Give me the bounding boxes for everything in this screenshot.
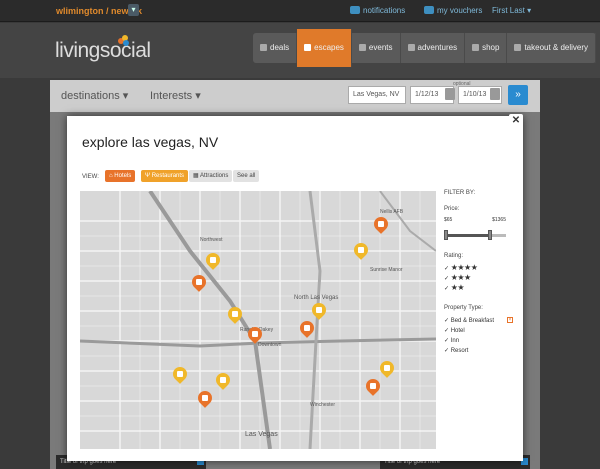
map-label-winchester: Winchester [310, 402, 335, 408]
property-option[interactable]: ✓ Bed & Breakfast [444, 317, 494, 324]
vouchers-label: my vouchers [437, 6, 483, 15]
map-label-northwest: Northwest [200, 237, 223, 243]
map[interactable]: North Las Vegas Las Vegas Downtown Nelli… [80, 191, 436, 449]
view-restaurants-button[interactable]: Ψ Restaurants [141, 170, 189, 182]
nav-shop[interactable]: shop [465, 33, 508, 63]
clear-icon[interactable]: × [507, 317, 513, 323]
map-label-north-las-vegas: North Las Vegas [294, 295, 338, 301]
top-bar: wlimington / newark ▾ notifications my v… [0, 0, 600, 22]
property-option[interactable]: ✓ Hotel [444, 327, 465, 334]
adventures-icon [407, 44, 415, 51]
chat-icon [350, 6, 360, 14]
destinations-dropdown[interactable]: destinations ▾ [61, 89, 128, 102]
notifications-label: notifications [363, 6, 406, 15]
map-label-downtown: Downtown [258, 342, 282, 348]
price-slider[interactable] [444, 230, 506, 240]
close-icon[interactable]: ✕ [509, 114, 523, 128]
rating-option[interactable]: ✓ ★★ [444, 283, 465, 292]
location-input[interactable]: Las Vegas, NV [348, 86, 406, 104]
filter-title: FILTER BY: [444, 190, 476, 196]
search-go-button[interactable]: » [508, 85, 528, 105]
interests-dropdown[interactable]: Interests ▾ [150, 89, 201, 102]
view-attractions-button[interactable]: ▦ Attractions [189, 170, 233, 182]
notifications-link[interactable]: notifications [350, 6, 405, 15]
logo-mark-icon [118, 35, 130, 47]
logo[interactable]: livingsocial [55, 39, 151, 63]
takeout-icon [514, 44, 522, 51]
location-dropdown-icon[interactable]: ▾ [128, 4, 139, 16]
price-slider-min-handle[interactable] [444, 230, 448, 240]
nav-adventures[interactable]: adventures [401, 33, 466, 63]
price-range: $65 $1365 [444, 217, 506, 223]
calendar-icon[interactable] [490, 88, 500, 100]
price-slider-max-handle[interactable] [488, 230, 492, 240]
nav-escapes[interactable]: escapes [297, 29, 352, 67]
calendar-icon[interactable] [445, 88, 455, 100]
nav-events[interactable]: events [352, 33, 401, 63]
map-label-nellis: Nellis AFB [380, 209, 404, 215]
explore-modal: explore las vegas, NV VIEW: ⌂ Hotels Ψ R… [67, 116, 523, 461]
nav-takeout[interactable]: takeout & delivery [507, 33, 597, 63]
view-label: VIEW: [82, 174, 99, 180]
shop-icon [472, 44, 480, 51]
nav-deals[interactable]: deals [253, 33, 298, 63]
property-option[interactable]: ✓ Inn [444, 337, 459, 344]
rating-option[interactable]: ✓ ★★★ [444, 273, 471, 282]
property-option[interactable]: ✓ Resort [444, 347, 468, 354]
tag-icon [424, 6, 434, 14]
search-filter-bar: destinations ▾ Interests ▾ Las Vegas, NV… [50, 80, 540, 112]
escapes-icon [304, 44, 312, 51]
deals-icon [260, 44, 267, 51]
site-header: livingsocial deals escapes events advent… [0, 23, 600, 78]
view-hotels-button[interactable]: ⌂ Hotels [105, 170, 136, 182]
rating-label: Rating: [444, 253, 464, 259]
map-label-sunrise-manor: Sunrise Manor [370, 267, 403, 273]
property-type-label: Property Type: [444, 305, 483, 311]
events-icon [358, 44, 366, 51]
view-all-button[interactable]: See all [233, 170, 260, 182]
main-nav: deals escapes events adventures shop tak… [253, 29, 597, 67]
vouchers-link[interactable]: my vouchers [424, 6, 482, 15]
price-label: Price: [444, 206, 460, 212]
rating-option[interactable]: ✓ ★★★★ [444, 263, 478, 272]
modal-title: explore las vegas, NV [82, 134, 219, 150]
map-label-las-vegas: Las Vegas [245, 431, 278, 438]
user-menu[interactable]: First Last ▾ [492, 6, 531, 15]
